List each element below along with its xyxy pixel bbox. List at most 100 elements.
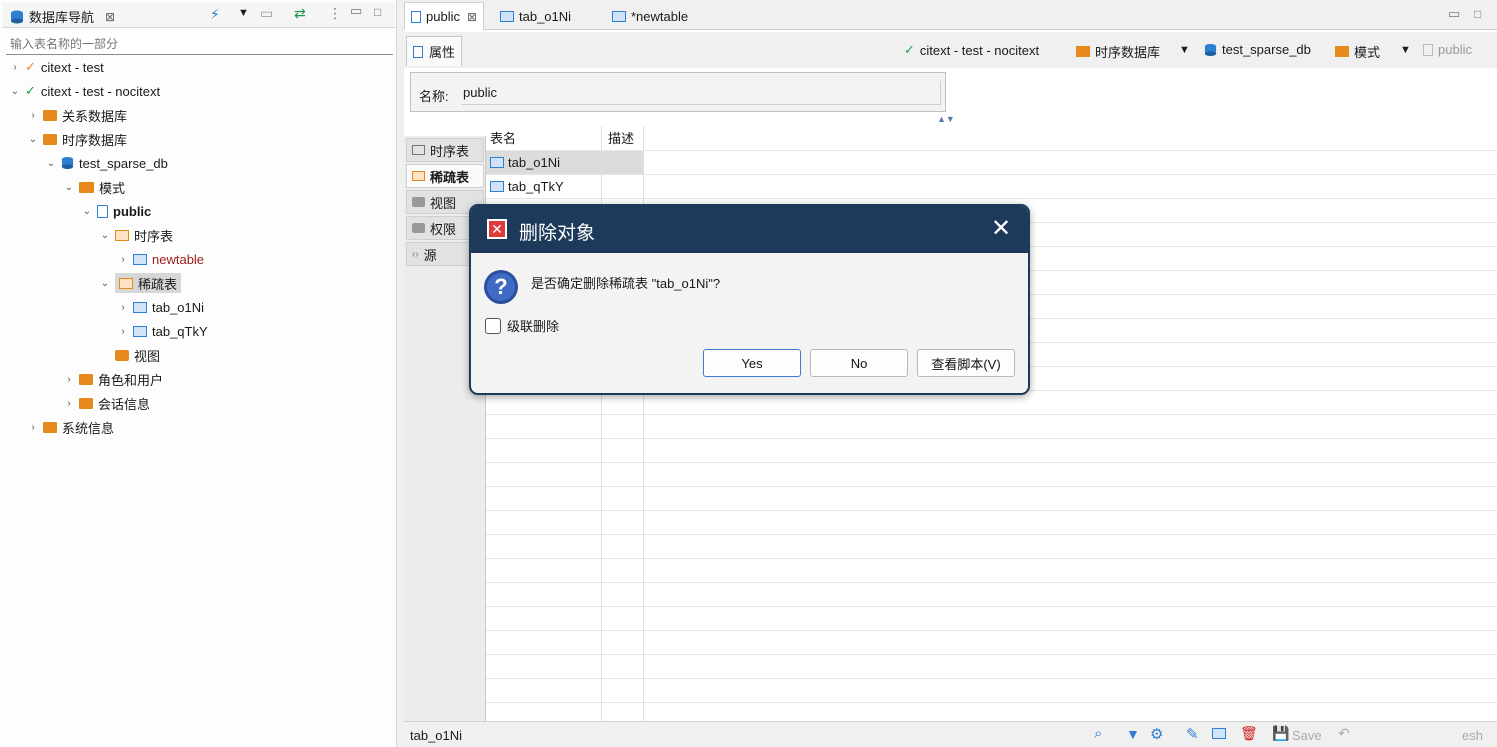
selected-item-label: tab_o1Ni [410,728,463,743]
chevron-right-icon[interactable]: › [64,374,74,385]
search-icon[interactable]: ⌕ [1094,725,1102,742]
tree-item-tab2[interactable]: › tab_qTkY [118,320,207,342]
schema-icon [411,10,421,23]
tree-item-public[interactable]: ⌄ public [82,200,151,222]
yes-button[interactable]: Yes [703,349,801,377]
tree-item-timeseries-db[interactable]: ⌄ 时序数据库 [28,128,127,150]
cascade-label: 级联删除 [507,319,560,334]
filter-icon[interactable]: ▼ [1126,726,1140,742]
chevron-right-icon[interactable]: › [118,302,128,313]
schema-icon [97,204,108,218]
tree-item-sparse-tables[interactable]: ⌄ 稀疏表 [100,272,182,294]
name-field-group: 名称: public [410,72,946,112]
refresh-button[interactable]: esh [1462,728,1483,743]
tab-tab-o1ni[interactable]: tab_o1Ni [494,2,577,30]
cascade-checkbox[interactable]: 级联删除 [485,316,559,335]
minimize-icon[interactable]: ▭ [350,3,362,19]
column-header-name[interactable]: 表名 [486,126,601,149]
connection-icon: ✓ [904,42,915,57]
name-label: 名称: [419,89,449,104]
tree-item-views[interactable]: 视图 [100,344,160,366]
crumb-database[interactable]: test_sparse_db [1204,42,1311,57]
crumb-db-type[interactable]: 时序数据库 [1076,42,1160,61]
tree-item-conn1[interactable]: › ✓ citext - test [10,56,103,78]
save-icon[interactable]: 💾 [1272,725,1289,742]
minimize-icon[interactable]: ▭ [1448,6,1460,22]
chevron-right-icon[interactable]: › [118,326,128,337]
new-folder-icon[interactable]: ▭ [260,5,273,22]
collapse-toggle-icon[interactable]: ▲▼ [937,114,955,124]
table-row[interactable]: tab_o1Ni [486,151,601,174]
schema-folder-icon [1335,46,1349,57]
no-button[interactable]: No [810,349,908,377]
schema-folder-icon [79,181,94,193]
chevron-down-icon[interactable]: ⌄ [10,86,20,97]
close-icon[interactable]: ⊠ [467,10,477,24]
edit-icon[interactable]: ✎ [1186,725,1199,743]
chevron-right-icon[interactable]: › [10,62,20,73]
crumb-schemas[interactable]: 模式 [1335,42,1380,61]
name-field[interactable]: public [461,81,941,105]
chevron-down-icon[interactable]: ⌄ [100,278,110,289]
tree-item-roles[interactable]: › 角色和用户 [64,368,163,390]
tab-public[interactable]: public ⊠ [404,2,485,30]
chevron-right-icon[interactable]: › [64,398,74,409]
crumb-schema[interactable]: public [1423,42,1472,57]
tree-item-newtable[interactable]: › newtable [118,248,204,270]
tree-item-system-info[interactable]: › 系统信息 [28,416,114,438]
tree-item-conn2[interactable]: ⌄ ✓ citext - test - nocitext [10,80,160,102]
close-icon[interactable]: ✕ [991,214,1011,243]
delete-object-dialog: ✕ 删除对象 ✕ ? 是否确定删除稀疏表 "tab_o1Ni"? 级联删除 Ye… [469,204,1030,395]
tab-sparse-tables[interactable]: 稀疏表 [406,164,484,188]
crumb-connection[interactable]: ✓ citext - test - nocitext [904,42,1039,58]
close-icon[interactable]: ⊠ [105,10,115,24]
dropdown-icon[interactable]: ▼ [238,7,249,19]
chevron-down-icon[interactable]: ⌄ [82,206,92,217]
chevron-right-icon[interactable]: › [28,110,38,121]
tree-item-tab1[interactable]: › tab_o1Ni [118,296,204,318]
navigator-title[interactable]: 数据库导航 [29,7,94,26]
table-icon [133,301,147,313]
chevron-down-icon[interactable]: ⌄ [46,158,56,169]
revert-icon[interactable]: ↶ [1338,725,1350,742]
dialog-title-bar: ✕ 删除对象 ✕ [471,206,1028,253]
chevron-right-icon[interactable]: › [118,254,128,265]
checkbox-box[interactable] [485,317,501,334]
view-script-button[interactable]: 查看脚本(V) [917,349,1015,377]
column-header-desc[interactable]: 描述 [604,126,644,149]
database-icon [1204,43,1217,56]
link-editor-icon[interactable]: ⇄ [294,5,306,22]
tree-item-relational-db[interactable]: › 关系数据库 [28,104,127,126]
new-connection-icon[interactable]: ⚡ [210,6,220,23]
table-cell-desc[interactable] [602,151,643,174]
view-menu-icon[interactable]: ⋮ [328,5,342,22]
chevron-down-icon[interactable]: ⌄ [28,134,38,145]
maximize-icon[interactable]: □ [374,5,381,19]
table-row[interactable]: tab_qTkY [486,175,601,198]
tree-item-test-db[interactable]: ⌄ test_sparse_db [46,152,168,174]
table-filter-input[interactable] [6,33,393,55]
tree-item-timeseries-tables[interactable]: ⌄ 时序表 [100,224,173,246]
chevron-down-icon[interactable]: ⌄ [100,230,110,241]
gear-icon[interactable]: ⚙ [1150,725,1163,743]
view-icon [412,197,425,207]
add-table-icon[interactable] [1212,728,1226,739]
view-icon [115,349,129,361]
schema-icon [1423,43,1433,56]
table-icon [133,325,147,337]
dropdown-icon[interactable]: ▼ [1400,44,1411,56]
delete-icon: ✕ [487,219,507,239]
delete-icon[interactable]: 🗑 [1240,725,1258,742]
chevron-right-icon[interactable]: › [28,422,38,433]
dropdown-icon[interactable]: ▼ [1179,44,1190,56]
maximize-icon[interactable]: □ [1474,7,1481,21]
save-button[interactable]: Save [1292,728,1322,743]
tab-timeseries-tables[interactable]: 时序表 [406,138,484,162]
database-icon [11,10,23,23]
chevron-down-icon[interactable]: ⌄ [64,182,74,193]
tree-item-sessions[interactable]: › 会话信息 [64,392,150,414]
tree-item-schemas[interactable]: ⌄ 模式 [64,176,125,198]
properties-tab[interactable]: 属性 [406,36,463,66]
tab-newtable[interactable]: *newtable [606,2,694,30]
table-folder-icon [115,229,129,241]
